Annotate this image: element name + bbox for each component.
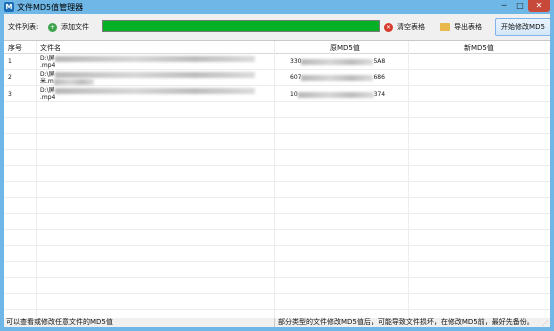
row-filename: D:\屏 .mp4 xyxy=(40,55,255,69)
header-new-md5[interactable]: 新MD5值 xyxy=(464,43,494,53)
add-file-label: 添加文件 xyxy=(61,23,89,31)
row-divider xyxy=(4,85,550,86)
row-index: 3 xyxy=(8,91,12,98)
row-original-md5: 330 5A8 xyxy=(290,58,386,65)
title-bar[interactable]: M 文件MD5值管理器 ─ □ ✕ xyxy=(0,0,554,14)
row-divider xyxy=(4,213,550,214)
row-divider xyxy=(4,149,550,150)
row-divider xyxy=(4,133,550,134)
folder-icon xyxy=(440,23,450,31)
file-table[interactable]: 序号 文件名 原MD5值 新MD5值 1 D:\屏 .mp4 330 5A8 2… xyxy=(4,40,550,319)
row-filename: D:\屏 .mp4 xyxy=(40,87,255,101)
row-original-md5: 10 374 xyxy=(290,91,386,98)
client-area: 文件列表: + 添加文件 ✕ 清空表格 导出表格 开始修改MD5 序号 文件名 xyxy=(4,14,551,327)
row-index: 2 xyxy=(8,74,12,81)
row-divider xyxy=(4,309,550,310)
resize-grip-icon[interactable]: ⋰ xyxy=(542,319,548,328)
export-table-button[interactable]: 导出表格 xyxy=(440,20,482,34)
minimize-button[interactable]: ─ xyxy=(496,0,512,12)
toolbar: 文件列表: + 添加文件 ✕ 清空表格 导出表格 开始修改MD5 xyxy=(4,14,551,40)
add-file-button[interactable]: + 添加文件 xyxy=(48,20,89,34)
row-filename: D:\屏 米.m xyxy=(40,71,255,85)
row-divider xyxy=(4,117,550,118)
row-divider xyxy=(4,101,550,102)
status-divider xyxy=(274,318,275,327)
app-icon: M xyxy=(4,2,14,12)
window-title: 文件MD5值管理器 xyxy=(17,3,84,12)
row-divider xyxy=(4,245,550,246)
row-divider xyxy=(4,277,550,278)
status-left-text: 可以查看或修改任意文件的MD5值 xyxy=(6,318,113,326)
clear-table-label: 清空表格 xyxy=(397,23,425,31)
export-table-label: 导出表格 xyxy=(454,23,482,31)
row-divider xyxy=(4,197,550,198)
row-divider xyxy=(4,229,550,230)
row-divider xyxy=(4,69,550,70)
header-filename[interactable]: 文件名 xyxy=(40,43,61,53)
header-index[interactable]: 序号 xyxy=(8,43,22,53)
file-list-label: 文件列表: xyxy=(8,23,39,31)
progress-bar xyxy=(102,20,380,32)
row-index: 1 xyxy=(8,58,12,65)
start-modify-md5-button[interactable]: 开始修改MD5 xyxy=(495,18,551,36)
clear-table-button[interactable]: ✕ 清空表格 xyxy=(384,20,425,34)
table-header: 序号 文件名 原MD5值 新MD5值 xyxy=(4,41,550,54)
status-right-text: 部分类型的文件修改MD5值后，可能导致文件损坏，在修改MD5前，最好先备份。 xyxy=(278,318,534,326)
header-original-md5[interactable]: 原MD5值 xyxy=(330,43,360,53)
app-window: M 文件MD5值管理器 ─ □ ✕ 文件列表: + 添加文件 ✕ 清空表格 导出… xyxy=(0,0,554,331)
row-divider xyxy=(4,293,550,294)
progress-fill xyxy=(103,21,379,31)
maximize-button[interactable]: □ xyxy=(512,0,528,12)
plus-circle-icon: + xyxy=(48,22,57,32)
status-bar: 可以查看或修改任意文件的MD5值 部分类型的文件修改MD5值后，可能导致文件损坏… xyxy=(4,318,550,327)
row-divider xyxy=(4,181,550,182)
row-divider xyxy=(4,165,550,166)
close-button[interactable]: ✕ xyxy=(528,0,550,12)
row-divider xyxy=(4,261,550,262)
x-circle-icon: ✕ xyxy=(384,22,393,32)
row-original-md5: 607 686 xyxy=(290,74,385,81)
